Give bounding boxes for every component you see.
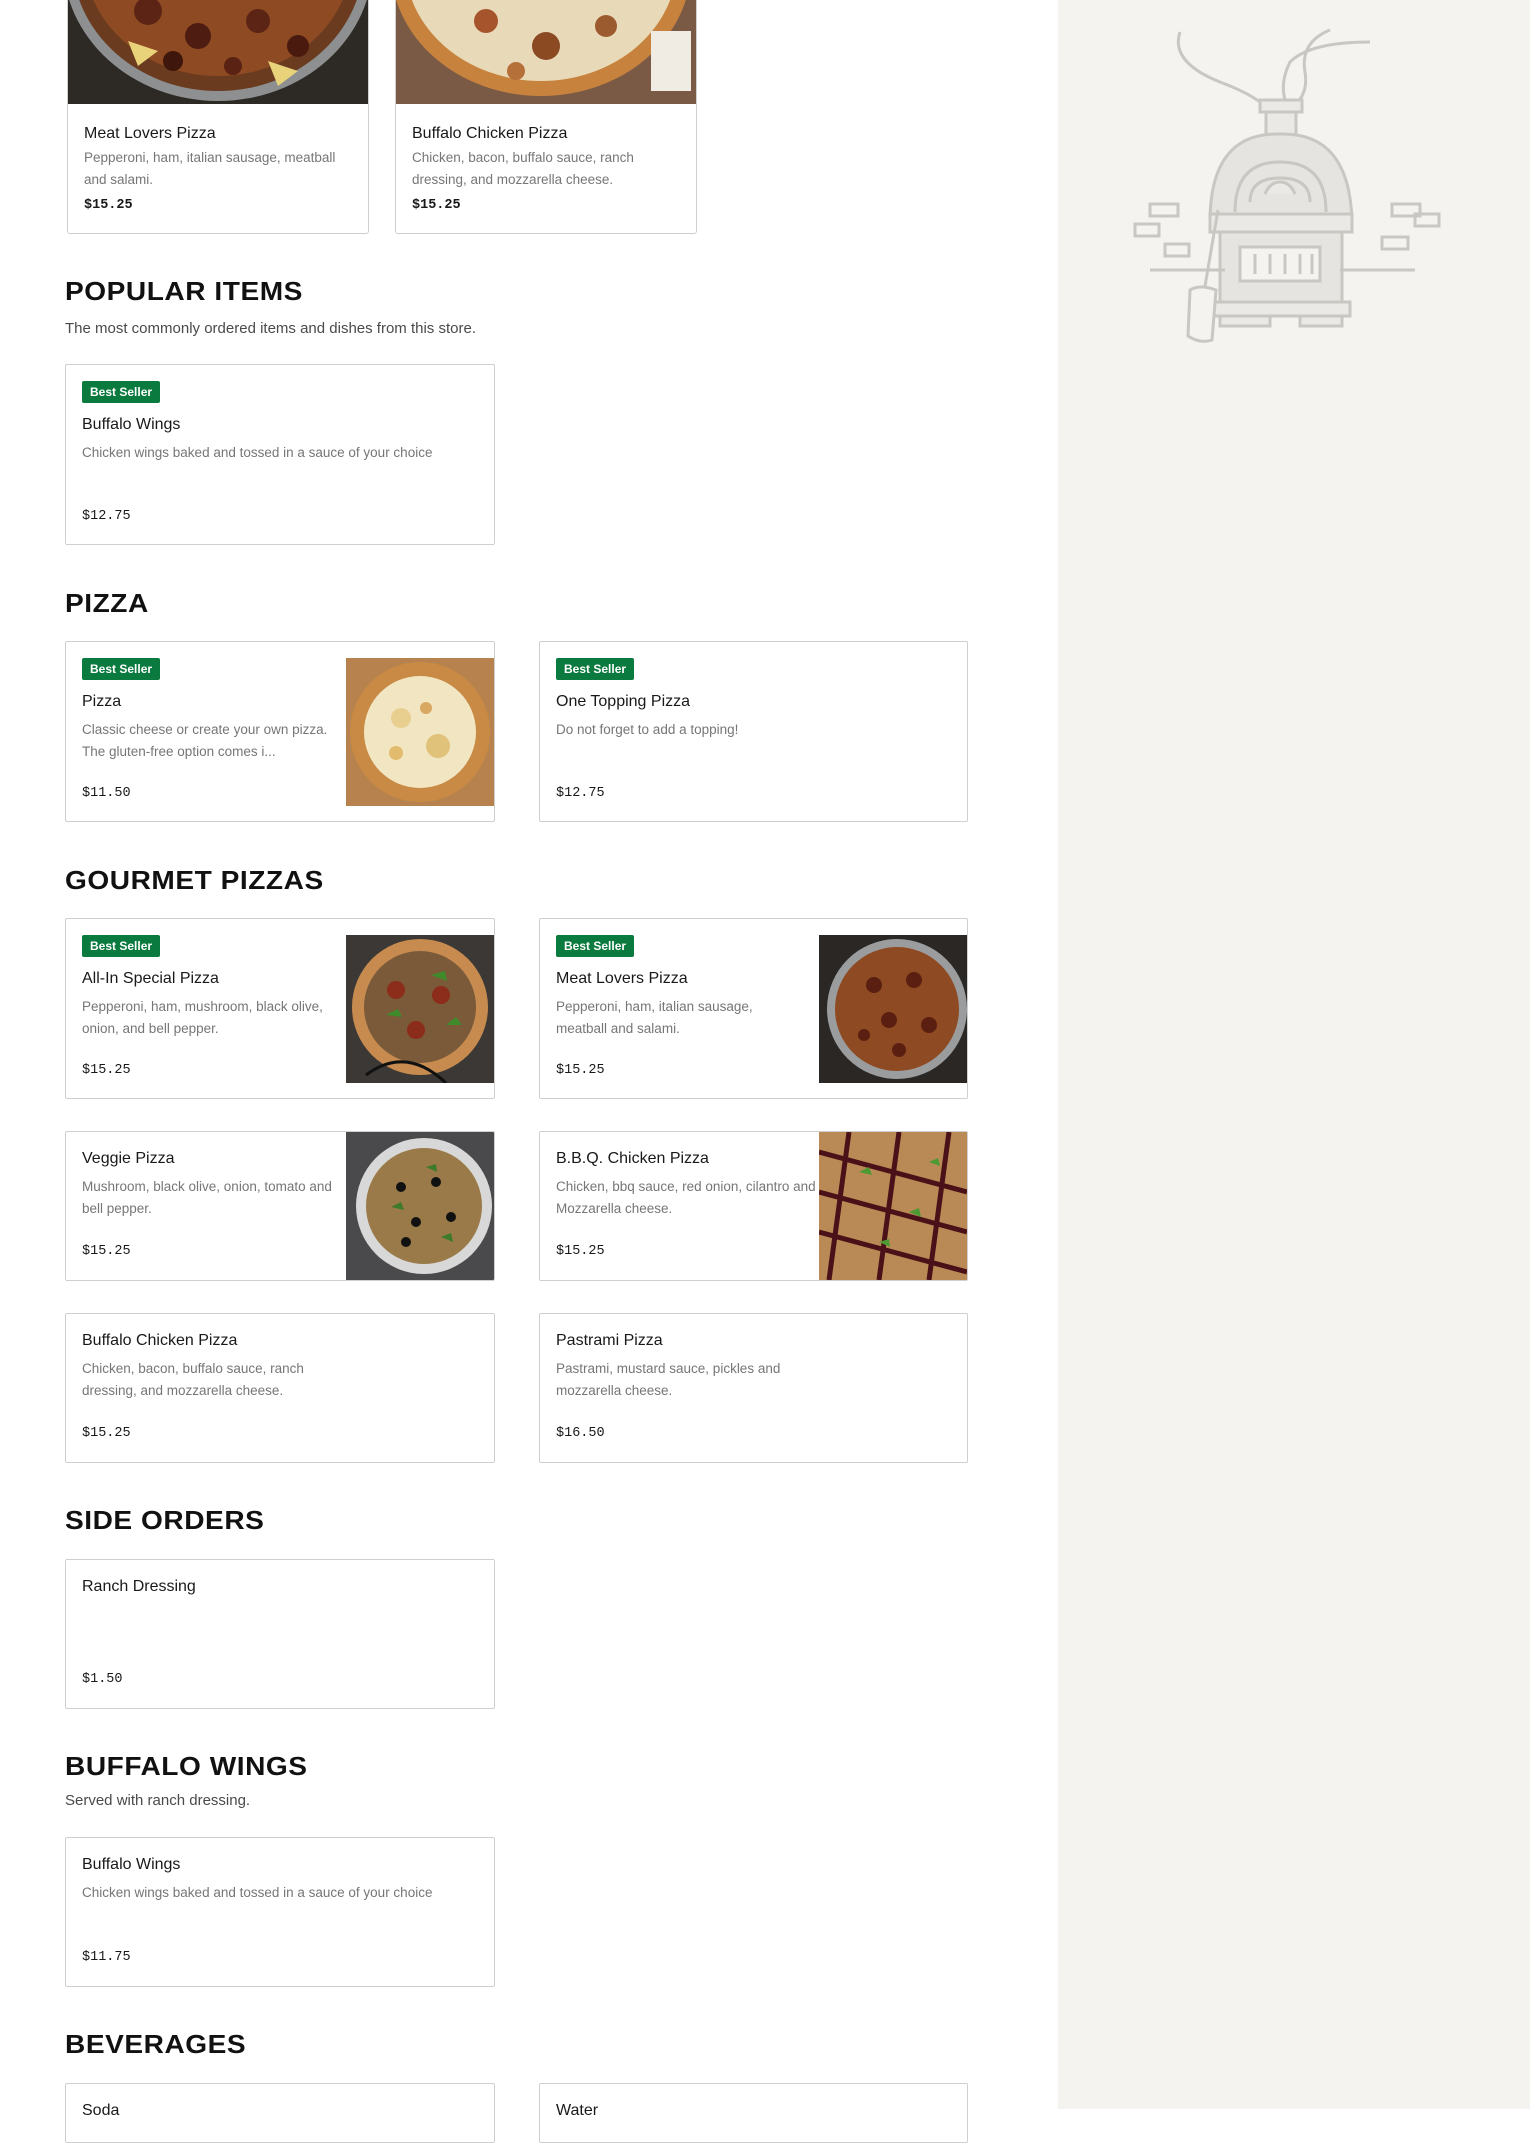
item-name: Pastrami Pizza — [556, 1332, 663, 1349]
item-price: $16.50 — [556, 1426, 605, 1441]
section-subtitle-popular: The most commonly ordered items and dish… — [65, 320, 476, 337]
item-price: $11.75 — [82, 1950, 131, 1965]
section-subtitle-wings: Served with ranch dressing. — [65, 1792, 251, 1809]
menu-item-card[interactable]: Soda — [65, 2083, 495, 2143]
menu-item-card[interactable]: Pastrami Pizza Pastrami, mustard sauce, … — [539, 1313, 968, 1463]
item-description: Chicken, bbq sauce, red onion, cilantro … — [556, 1179, 816, 1216]
menu-item-card[interactable]: Veggie Pizza Mushroom, black olive, onio… — [65, 1131, 495, 1281]
pizza-photo — [819, 1132, 967, 1280]
best-seller-badge: Best Seller — [82, 935, 161, 957]
best-seller-badge: Best Seller — [82, 381, 161, 403]
item-description: Pepperoni, ham, italian sausage, meatbal… — [556, 999, 753, 1036]
section-title-popular: POPULAR ITEMS — [65, 276, 303, 306]
item-name: Buffalo Wings — [82, 416, 181, 433]
item-name: Buffalo Chicken Pizza — [82, 1332, 238, 1349]
item-price: $12.75 — [556, 786, 605, 801]
item-name: B.B.Q. Chicken Pizza — [556, 1150, 709, 1167]
item-description: Chicken, bacon, buffalo sauce, ranch dre… — [82, 1361, 304, 1398]
item-description: Pepperoni, ham, mushroom, black olive, o… — [82, 999, 323, 1036]
item-description: Mushroom, black olive, onion, tomato and… — [82, 1179, 332, 1216]
item-name: Pizza — [82, 693, 122, 710]
item-name: Buffalo Wings — [82, 1856, 181, 1873]
menu-item-card[interactable]: Best Seller All-In Special Pizza Peppero… — [65, 918, 495, 1099]
menu-item-card[interactable]: Best Seller One Topping Pizza Do not for… — [539, 641, 968, 822]
item-description: Chicken wings baked and tossed in a sauc… — [82, 1885, 433, 1900]
item-name: Soda — [82, 2102, 120, 2119]
item-name: Meat Lovers Pizza — [556, 970, 688, 987]
menu-item-card[interactable]: Best Seller Buffalo Wings Chicken wings … — [65, 364, 495, 545]
menu-item-card[interactable]: Ranch Dressing $1.50 — [65, 1559, 495, 1709]
item-name: Veggie Pizza — [82, 1150, 175, 1167]
menu-item-card[interactable]: Buffalo Wings Chicken wings baked and to… — [65, 1837, 495, 1987]
pizza-photo — [396, 0, 696, 104]
menu-item-card[interactable]: Meat Lovers Pizza Pepperoni, ham, italia… — [67, 0, 369, 234]
item-price: $15.25 — [556, 1063, 605, 1078]
item-name: One Topping Pizza — [556, 693, 691, 710]
item-price: $15.25 — [82, 1063, 131, 1078]
item-price: $12.75 — [82, 509, 131, 524]
pizza-photo — [819, 935, 967, 1083]
section-title-sides: SIDE ORDERS — [65, 1505, 265, 1535]
item-price: $15.25 — [82, 1426, 131, 1441]
section-title-pizza: PIZZA — [65, 588, 149, 618]
pizza-oven-illustration — [1130, 22, 1450, 352]
menu-item-card[interactable]: Best Seller Pizza Classic cheese or crea… — [65, 641, 495, 822]
item-price: $15.25 — [412, 198, 461, 213]
item-description: Do not forget to add a topping! — [556, 722, 739, 737]
best-seller-badge: Best Seller — [556, 935, 635, 957]
item-price: $15.25 — [556, 1244, 605, 1259]
section-title-beverages: BEVERAGES — [65, 2029, 247, 2059]
pizza-photo — [346, 658, 494, 806]
pizza-photo — [346, 935, 494, 1083]
item-price: $15.25 — [84, 198, 133, 213]
pizza-photo — [68, 0, 368, 104]
item-price: $11.50 — [82, 786, 131, 801]
menu-content: Meat Lovers Pizza Pepperoni, ham, italia… — [0, 0, 1058, 2143]
item-name: Water — [556, 2102, 599, 2119]
menu-item-card[interactable]: Buffalo Chicken Pizza Chicken, bacon, bu… — [395, 0, 697, 234]
item-price: $1.50 — [82, 1672, 123, 1687]
menu-item-card[interactable]: Best Seller Meat Lovers Pizza Pepperoni,… — [539, 918, 968, 1099]
best-seller-badge: Best Seller — [556, 658, 635, 680]
section-title-gourmet: GOURMET PIZZAS — [65, 865, 324, 895]
pizza-photo — [346, 1132, 494, 1280]
menu-item-card[interactable]: Buffalo Chicken Pizza Chicken, bacon, bu… — [65, 1313, 495, 1463]
item-description: Chicken, bacon, buffalo sauce, ranch dre… — [412, 150, 634, 187]
item-description: Chicken wings baked and tossed in a sauc… — [82, 445, 433, 460]
menu-item-card[interactable]: Water — [539, 2083, 968, 2143]
best-seller-badge: Best Seller — [82, 658, 161, 680]
item-description: Pepperoni, ham, italian sausage, meatbal… — [84, 150, 336, 187]
item-name: All-In Special Pizza — [82, 970, 219, 987]
item-description: Classic cheese or create your own pizza.… — [82, 722, 328, 759]
item-name: Meat Lovers Pizza — [84, 125, 216, 142]
section-title-wings: BUFFALO WINGS — [65, 1751, 308, 1781]
menu-item-card[interactable]: B.B.Q. Chicken Pizza Chicken, bbq sauce,… — [539, 1131, 968, 1281]
item-name: Ranch Dressing — [82, 1578, 196, 1595]
item-description: Pastrami, mustard sauce, pickles and moz… — [556, 1361, 781, 1398]
item-price: $15.25 — [82, 1244, 131, 1259]
item-name: Buffalo Chicken Pizza — [412, 125, 568, 142]
